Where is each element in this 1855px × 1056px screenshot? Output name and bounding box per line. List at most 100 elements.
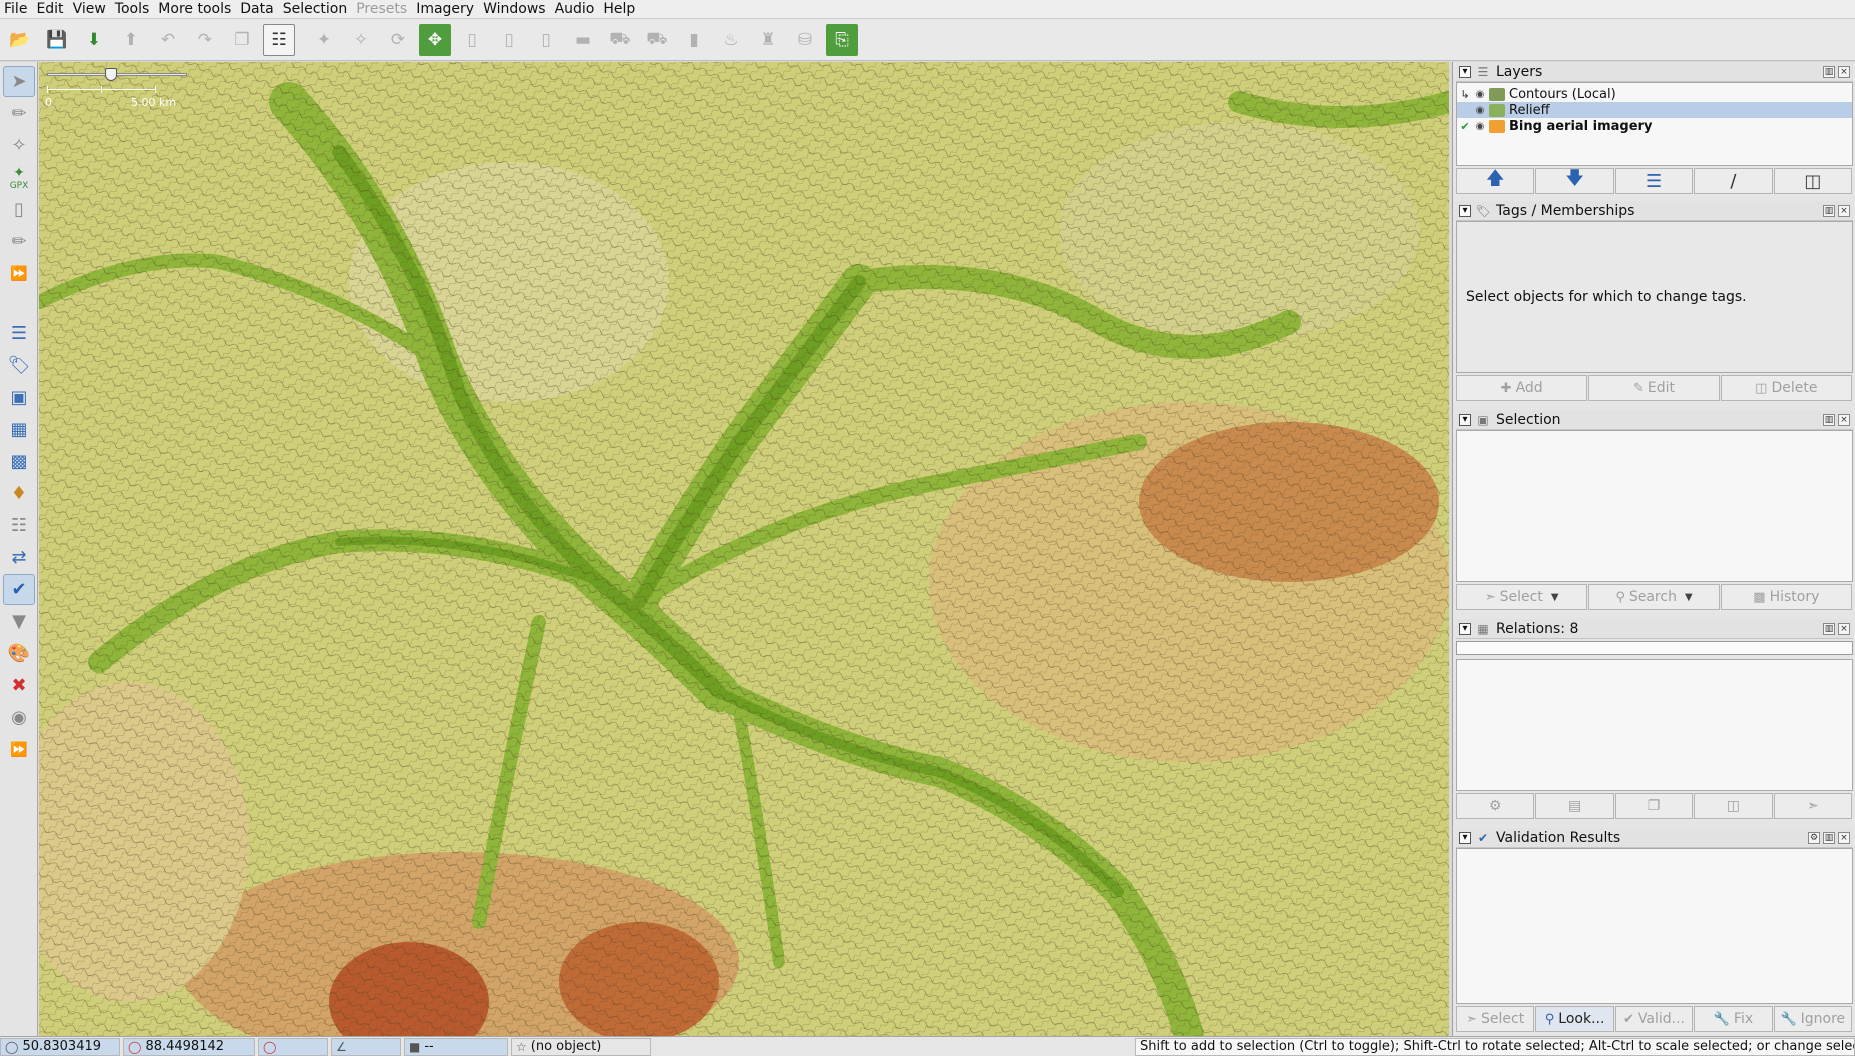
show-hide-icon[interactable]: ∕ [1694, 168, 1773, 194]
redo-icon[interactable]: ↷ [189, 24, 221, 56]
history-icon[interactable]: ▩ [3, 446, 35, 477]
delete-layer-icon[interactable]: ◫ [1773, 168, 1853, 194]
orthogonal-icon[interactable]: ▯ [493, 24, 525, 56]
tags-icon[interactable]: 🏷 [3, 350, 35, 381]
menu-windows[interactable]: Windows [479, 0, 551, 18]
edit-tag-button[interactable]: ✎ Edit [1588, 375, 1720, 401]
collapse-icon[interactable]: ▾ [1459, 413, 1471, 426]
open-file-icon[interactable]: 📂 [4, 24, 36, 56]
filter-funnel-icon[interactable]: ▼ [3, 606, 35, 637]
gpx-icon[interactable]: ✦ GPX [3, 162, 35, 193]
zoom-slider-thumb[interactable] [105, 68, 117, 81]
building-icon[interactable]: ▬ [567, 24, 599, 56]
lookup-button[interactable]: ⚲ Look... [1535, 1006, 1614, 1032]
search-button[interactable]: ⚲ Search ▼ [1588, 584, 1720, 610]
validate-button[interactable]: ✔ Valid... [1614, 1006, 1694, 1032]
move-down-icon[interactable]: 🡇 [1535, 168, 1614, 194]
conflict-icon[interactable]: ♦ [3, 478, 35, 509]
eye-icon[interactable]: ◉ [1473, 121, 1487, 132]
pin-icon[interactable]: ▥ [1823, 831, 1835, 844]
menu-presets[interactable]: Presets [352, 0, 412, 18]
validation-select-button[interactable]: ➣ Select [1456, 1006, 1535, 1032]
relation-new-icon[interactable]: ▤ [1535, 793, 1614, 819]
lasso-icon[interactable]: ✏ [3, 226, 35, 257]
factory-icon[interactable]: ⛁ [789, 24, 821, 56]
menu-audio[interactable]: Audio [551, 0, 600, 18]
paste-tags-icon[interactable]: ☷ [263, 23, 295, 56]
close-icon[interactable]: × [1838, 65, 1850, 78]
menu-file[interactable]: File [0, 0, 32, 18]
align-icon[interactable]: ▯ [456, 24, 488, 56]
measure-icon[interactable]: ⎘ [826, 23, 858, 56]
straighten-icon[interactable]: ▯ [530, 24, 562, 56]
minimap-icon[interactable]: ⇄ [3, 542, 35, 573]
selection-list-icon[interactable]: ▣ [3, 382, 35, 413]
dropdown-arrow-icon[interactable]: ▼ [1685, 592, 1693, 603]
zoom-to-fit-icon[interactable]: ✥ [419, 23, 451, 56]
menu-data[interactable]: Data [236, 0, 278, 18]
menu-view[interactable]: View [69, 0, 111, 18]
notes-icon[interactable]: ✖ [3, 670, 35, 701]
map-paint-icon[interactable]: 🎨 [3, 638, 35, 669]
validation-list[interactable] [1456, 848, 1853, 1004]
menu-selection[interactable]: Selection [279, 0, 353, 18]
eye-icon[interactable]: ◉ [1473, 105, 1487, 116]
move-up-icon[interactable]: 🡅 [1456, 168, 1535, 194]
relations-filter-input[interactable] [1456, 641, 1853, 655]
collapse-icon[interactable]: ▾ [1459, 204, 1471, 217]
more-icon[interactable]: ⏩ [3, 258, 35, 289]
collapse-icon[interactable]: ▾ [1459, 831, 1471, 844]
car-icon[interactable]: ⛟ [604, 24, 636, 56]
menu-help[interactable]: Help [599, 0, 640, 18]
save-icon[interactable]: 💾 [41, 24, 73, 56]
menu-edit[interactable]: Edit [32, 0, 68, 18]
relations-list[interactable] [1456, 659, 1853, 791]
close-icon[interactable]: × [1838, 204, 1850, 217]
close-icon[interactable]: × [1838, 831, 1850, 844]
close-icon[interactable]: × [1838, 413, 1850, 426]
activate-icon[interactable]: ☰ [1614, 168, 1694, 194]
layers-icon[interactable]: ☰ [3, 318, 35, 349]
menu-more-tools[interactable]: More tools [154, 0, 236, 18]
reverse-icon[interactable]: ⟳ [382, 24, 414, 56]
delete-tag-button[interactable]: ◫ Delete [1720, 375, 1852, 401]
history-button[interactable]: ▩ History [1720, 584, 1852, 610]
combine-way-icon[interactable]: ✧ [345, 24, 377, 56]
more-icon-2[interactable]: ⏩ [3, 734, 35, 765]
draw-icon[interactable]: ✏ [3, 98, 35, 129]
restaurant-icon[interactable]: ♨ [715, 24, 747, 56]
split-way-icon[interactable]: ✦ [308, 24, 340, 56]
settings-icon[interactable]: ⚙ [1808, 831, 1820, 844]
selection-list[interactable] [1456, 430, 1853, 582]
filter-icon[interactable]: ☷ [3, 510, 35, 541]
bus-icon[interactable]: ⛟ [641, 24, 673, 56]
relation-edit-icon[interactable]: ⚙ [1456, 793, 1535, 819]
ignore-button[interactable]: 🔧 Ignore [1773, 1006, 1853, 1032]
collapse-icon[interactable]: ▾ [1459, 65, 1471, 78]
pin-icon[interactable]: ▥ [1823, 622, 1835, 635]
validation-icon[interactable]: ✔ [3, 574, 35, 605]
pin-icon[interactable]: ▥ [1823, 204, 1835, 217]
improve-way-icon[interactable]: ✧ [3, 130, 35, 161]
pin-icon[interactable]: ▥ [1823, 413, 1835, 426]
area-icon[interactable]: ▯ [3, 194, 35, 225]
layer-row[interactable]: ◉ Relieff [1457, 102, 1852, 118]
map-view[interactable]: 0 5.00 km [39, 62, 1449, 1036]
undo-icon[interactable]: ↶ [152, 24, 184, 56]
castle-icon[interactable]: ♜ [752, 24, 784, 56]
barrier-icon[interactable]: ▮ [678, 24, 710, 56]
dropdown-arrow-icon[interactable]: ▼ [1551, 592, 1559, 603]
download-icon[interactable]: ⬇ [78, 24, 110, 56]
relation-delete-icon[interactable]: ◫ [1694, 793, 1773, 819]
pin-icon[interactable]: ▥ [1823, 65, 1835, 78]
menu-imagery[interactable]: Imagery [412, 0, 479, 18]
relation-duplicate-icon[interactable]: ❐ [1614, 793, 1694, 819]
select-icon[interactable]: ➤ [3, 66, 35, 97]
relation-icon[interactable]: ▦ [3, 414, 35, 445]
eye-icon[interactable]: ◉ [1473, 89, 1487, 100]
menu-tools[interactable]: Tools [111, 0, 155, 18]
close-icon[interactable]: × [1838, 622, 1850, 635]
select-button[interactable]: ➣ Select ▼ [1456, 584, 1588, 610]
layer-row[interactable]: ↳ ◉ Contours (Local) [1457, 86, 1852, 102]
layer-row[interactable]: ✔ ◉ Bing aerial imagery [1457, 118, 1852, 134]
